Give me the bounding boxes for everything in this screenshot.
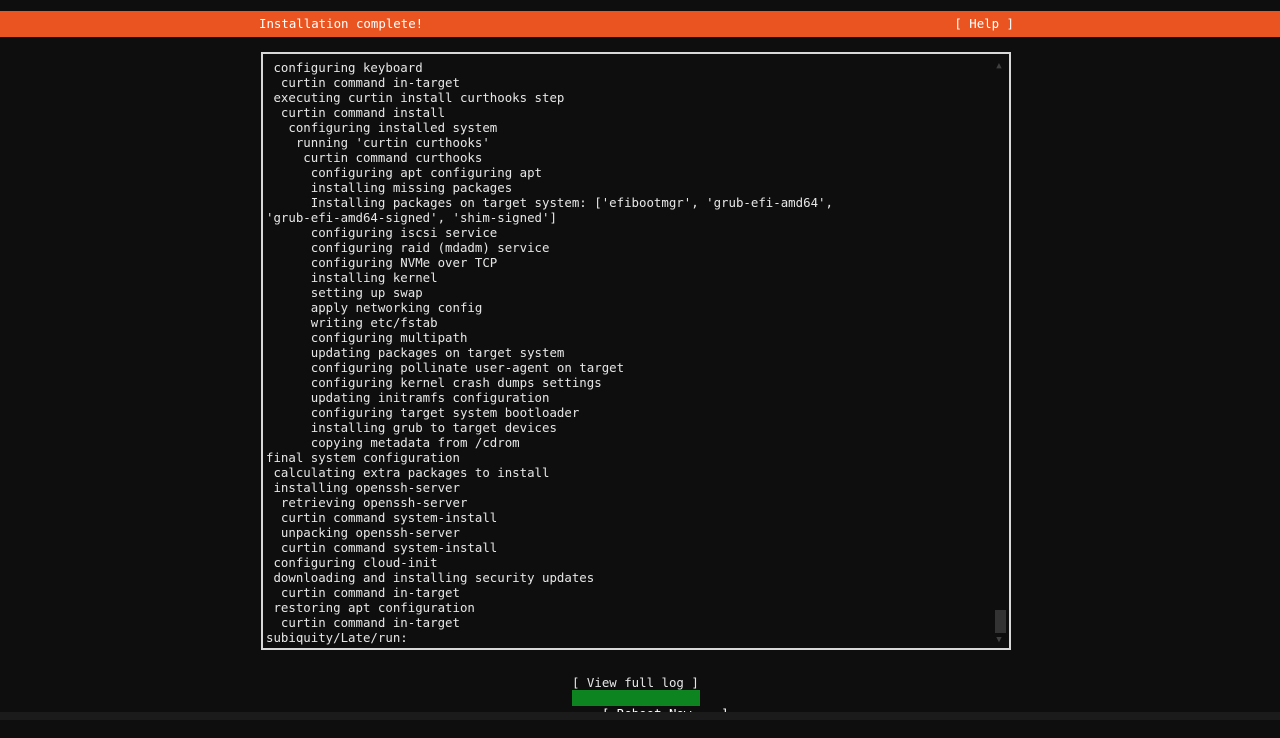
log-line: setting up swap	[266, 285, 1001, 300]
log-line: configuring NVMe over TCP	[266, 255, 1001, 270]
log-line: copying metadata from /cdrom	[266, 435, 1001, 450]
log-line: configuring target system bootloader	[266, 405, 1001, 420]
scrollbar-thumb[interactable]	[995, 610, 1006, 633]
log-line: curtin command install	[266, 105, 1001, 120]
log-line: configuring raid (mdadm) service	[266, 240, 1001, 255]
log-line: configuring multipath	[266, 330, 1001, 345]
log-line: curtin command in-target	[266, 585, 1001, 600]
log-line: curtin command curthooks	[266, 150, 1001, 165]
log-line: configuring cloud-init	[266, 555, 1001, 570]
log-line: writing etc/fstab	[266, 315, 1001, 330]
scroll-up-icon[interactable]: ▲	[993, 61, 1005, 71]
log-panel[interactable]: configuring keyboard curtin command in-t…	[261, 52, 1011, 650]
log-line: apply networking config	[266, 300, 1001, 315]
log-line: Installing packages on target system: ['…	[266, 195, 1001, 210]
log-line: curtin command in-target	[266, 75, 1001, 90]
log-line: 'grub-efi-amd64-signed', 'shim-signed']	[266, 210, 1001, 225]
log-line: running 'curtin curthooks'	[266, 135, 1001, 150]
install-log: configuring keyboard curtin command in-t…	[263, 54, 1001, 648]
log-line: installing grub to target devices	[266, 420, 1001, 435]
page-title: Installation complete!	[259, 11, 423, 37]
log-line: configuring pollinate user-agent on targ…	[266, 360, 1001, 375]
log-line: installing openssh-server	[266, 480, 1001, 495]
log-line: downloading and installing security upda…	[266, 570, 1001, 585]
installer-screen: Installation complete! [ Help ] configur…	[0, 0, 1280, 720]
log-line: installing missing packages	[266, 180, 1001, 195]
header-bar: Installation complete! [ Help ]	[0, 11, 1280, 37]
log-line: subiquity/Late/run:	[266, 630, 1001, 645]
log-line: configuring keyboard	[266, 60, 1001, 75]
log-line: configuring apt configuring apt	[266, 165, 1001, 180]
log-line: installing kernel	[266, 270, 1001, 285]
log-line: curtin command system-install	[266, 510, 1001, 525]
log-line: final system configuration	[266, 450, 1001, 465]
log-line: executing curtin install curthooks step	[266, 90, 1001, 105]
view-full-log-button[interactable]: [ View full log ]	[572, 675, 699, 690]
log-line: configuring kernel crash dumps settings	[266, 375, 1001, 390]
bottom-edge	[0, 712, 1280, 720]
log-line: updating packages on target system	[266, 345, 1001, 360]
log-line: retrieving openssh-server	[266, 495, 1001, 510]
log-line: curtin command system-install	[266, 540, 1001, 555]
scroll-down-icon[interactable]: ▼	[993, 635, 1005, 645]
log-line: updating initramfs configuration	[266, 390, 1001, 405]
log-line: curtin command in-target	[266, 615, 1001, 630]
log-line: restoring apt configuration	[266, 600, 1001, 615]
log-line: configuring installed system	[266, 120, 1001, 135]
log-line: unpacking openssh-server	[266, 525, 1001, 540]
log-line: configuring iscsi service	[266, 225, 1001, 240]
help-button[interactable]: [ Help ]	[954, 11, 1014, 37]
log-line: calculating extra packages to install	[266, 465, 1001, 480]
reboot-now-button[interactable]: [ Reboot Now ]	[572, 690, 700, 706]
